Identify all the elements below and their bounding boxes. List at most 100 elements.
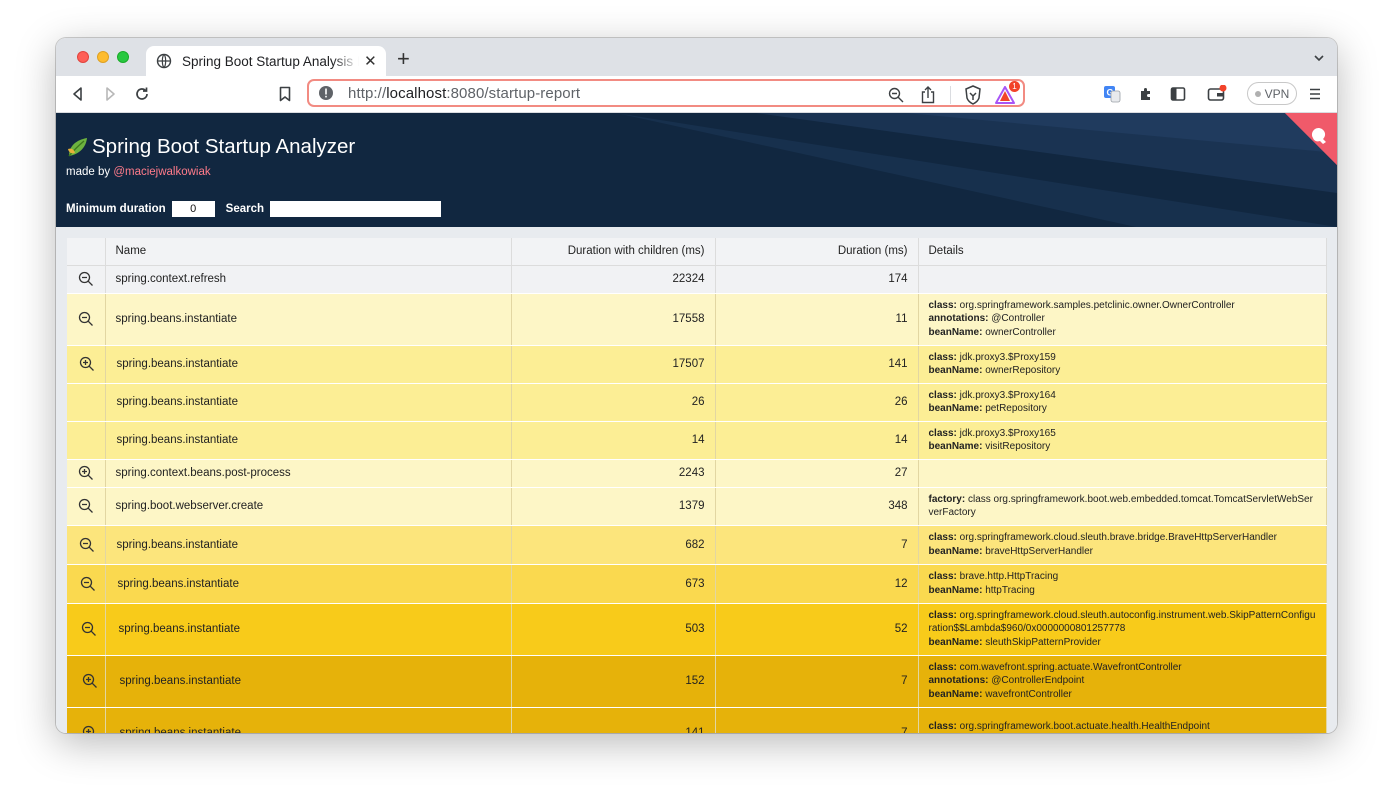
startup-table-wrap: Name Duration with children (ms) Duratio… — [67, 238, 1327, 734]
translate-icon[interactable]: G — [1102, 84, 1122, 104]
back-icon[interactable] — [68, 84, 88, 104]
row-zoom-cell[interactable] — [67, 459, 106, 488]
tab-title: Spring Boot Startup Analysis Report — [182, 53, 359, 69]
table-row[interactable]: spring.context.beans.post-process 2243 27 — [67, 459, 1327, 488]
zoom-in-icon[interactable] — [79, 356, 95, 372]
table-row[interactable]: spring.beans.instantiate 26 26 class: jdk.p… — [67, 383, 1327, 422]
table-row[interactable]: spring.beans.instantiate 17507 141 class: j… — [67, 345, 1327, 384]
table-row[interactable]: spring.beans.instantiate 17558 11 class: or… — [67, 293, 1327, 346]
row-name: spring.boot.webserver.create — [105, 487, 512, 526]
detail-line: class: org.springframework.boot.actuate.… — [929, 720, 1316, 734]
table-row[interactable]: spring.beans.instantiate 141 7 class: org.s… — [67, 707, 1327, 734]
forward-icon[interactable] — [100, 84, 120, 104]
table-row[interactable]: spring.beans.instantiate 152 7 class: com.w… — [67, 655, 1327, 708]
row-zoom-cell[interactable] — [67, 564, 106, 604]
detail-line: beanName: httpTracing — [929, 584, 1316, 598]
zoom-icon[interactable] — [886, 85, 906, 105]
zoom-out-icon[interactable] — [78, 498, 94, 514]
row-name: spring.beans.instantiate — [105, 525, 512, 565]
close-window-button[interactable] — [77, 51, 89, 63]
row-zoom-cell[interactable] — [67, 525, 106, 565]
min-duration-label: Minimum duration — [66, 203, 166, 215]
fork-ribbon[interactable] — [1285, 113, 1337, 165]
table-row[interactable]: spring.beans.instantiate 14 14 class: jdk.p… — [67, 421, 1327, 460]
address-bar[interactable]: http://localhost:8080/startup-report 1 — [307, 79, 1025, 107]
info-icon[interactable] — [318, 85, 334, 101]
min-duration-input[interactable] — [171, 201, 215, 217]
detail-value: class org.springframework.boot.web.embed… — [928, 493, 1313, 519]
detail-key: class: — [928, 427, 957, 439]
row-zoom-cell[interactable] — [67, 655, 106, 708]
sidebar-icon[interactable] — [1168, 84, 1188, 104]
table-row[interactable]: spring.boot.webserver.create 1379 348 facto… — [67, 487, 1327, 526]
detail-key: class: — [928, 571, 957, 582]
zoom-in-icon[interactable] — [82, 725, 98, 733]
row-details: class: org.springframework.samples.petcl… — [918, 293, 1327, 346]
table-header-row: Name Duration with children (ms) Duratio… — [67, 238, 1327, 266]
detail-key: class: — [928, 661, 957, 673]
detail-key: factory: — [928, 493, 966, 505]
bookmark-icon[interactable] — [275, 84, 295, 104]
column-header-duration-children[interactable]: Duration with children (ms) — [511, 238, 716, 266]
menu-icon[interactable] — [1305, 84, 1325, 104]
zoom-out-icon[interactable] — [78, 311, 94, 327]
row-duration-children: 14 — [511, 421, 716, 460]
detail-line: factory: class org.springframework.boot.… — [929, 493, 1316, 520]
chevron-down-icon[interactable] — [1313, 52, 1325, 64]
zoom-in-icon[interactable] — [78, 465, 94, 481]
extensions-icon[interactable] — [1136, 84, 1156, 104]
row-duration: 52 — [715, 603, 919, 656]
table-row[interactable]: spring.context.refresh 22324 174 — [67, 265, 1327, 294]
maximize-window-button[interactable] — [117, 51, 129, 63]
column-header-duration[interactable]: Duration (ms) — [715, 238, 919, 266]
share-icon[interactable] — [918, 85, 938, 105]
row-zoom-cell — [67, 383, 106, 422]
table-row[interactable]: spring.beans.instantiate 682 7 class: org.s… — [67, 525, 1327, 565]
made-by-prefix: made by — [66, 166, 114, 178]
detail-line: class: brave.http.HttpTracing — [929, 570, 1316, 584]
zoom-in-icon[interactable] — [82, 673, 98, 689]
author-link[interactable]: @maciejwalkowiak — [113, 166, 210, 178]
row-zoom-cell[interactable] — [67, 265, 106, 294]
row-zoom-cell[interactable] — [67, 487, 106, 526]
row-zoom-cell[interactable] — [67, 293, 106, 346]
detail-value: httpTracing — [985, 584, 1035, 596]
detail-line: class: jdk.proxy3.$Proxy164 — [929, 389, 1316, 403]
row-zoom-cell[interactable] — [67, 707, 106, 733]
row-name: spring.beans.instantiate — [105, 293, 512, 346]
app-header: Spring Boot Startup Analyzer made by @ma… — [56, 113, 1337, 227]
row-details: class: brave.http.HttpTracing beanName: h… — [918, 564, 1327, 604]
brave-rewards-icon[interactable]: 1 — [995, 81, 1020, 105]
url-text[interactable]: http://localhost:8080/startup-report — [348, 85, 580, 102]
search-input[interactable] — [270, 201, 442, 217]
vpn-button[interactable]: VPN — [1247, 82, 1297, 105]
zoom-out-icon[interactable] — [80, 576, 96, 592]
tab-bar: Spring Boot Startup Analysis Report ✕ + — [56, 38, 1337, 76]
zoom-out-icon[interactable] — [79, 537, 95, 553]
detail-value: org.springframework.samples.petclinic.ow… — [959, 299, 1235, 311]
new-tab-button[interactable]: + — [397, 48, 410, 70]
row-duration-children: 141 — [511, 707, 716, 733]
detail-key: annotations: — [928, 675, 989, 687]
detail-line: annotations: @Controller — [929, 312, 1316, 326]
zoom-out-icon[interactable] — [81, 621, 97, 637]
wallet-icon[interactable] — [1207, 84, 1227, 104]
row-zoom-cell[interactable] — [67, 603, 106, 656]
detail-line: class: jdk.proxy3.$Proxy165 — [929, 427, 1316, 441]
row-zoom-cell[interactable] — [67, 345, 106, 384]
table-row[interactable]: spring.beans.instantiate 673 12 class: brav… — [67, 564, 1327, 604]
browser-tab[interactable]: Spring Boot Startup Analysis Report ✕ — [146, 46, 386, 76]
detail-value: ownerController — [985, 326, 1056, 338]
detail-key: beanName: — [928, 326, 983, 338]
row-duration: 7 — [715, 707, 919, 733]
table-row[interactable]: spring.beans.instantiate 503 52 class: org.… — [67, 603, 1327, 656]
minimize-window-button[interactable] — [97, 51, 109, 63]
brave-shield-icon[interactable] — [963, 85, 983, 105]
browser-window: Spring Boot Startup Analysis Report ✕ + … — [56, 38, 1337, 733]
detail-value: jdk.proxy3.$Proxy165 — [959, 427, 1056, 439]
close-tab-icon[interactable]: ✕ — [363, 52, 378, 70]
detail-key: class: — [928, 299, 957, 311]
column-header-name[interactable]: Name — [105, 238, 512, 266]
zoom-out-icon[interactable] — [78, 271, 94, 287]
reload-icon[interactable] — [132, 84, 152, 104]
